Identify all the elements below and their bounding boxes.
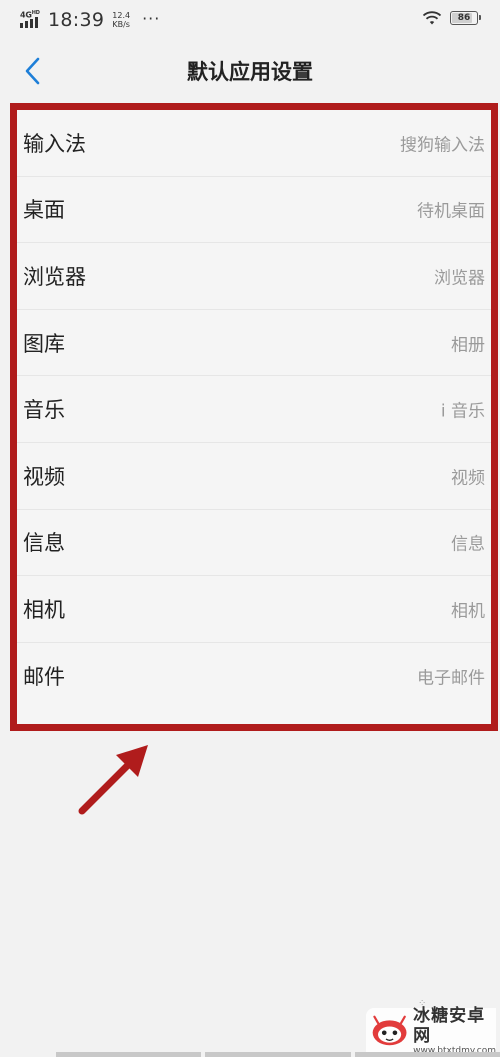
wifi-icon xyxy=(422,11,442,25)
signal-icon: 4GHD xyxy=(20,10,42,30)
list-item[interactable]: 信息 信息 xyxy=(17,510,491,577)
watermark-logo-icon xyxy=(372,1015,407,1046)
list-item[interactable]: 输入法 搜狗输入法 xyxy=(17,110,491,177)
list-item[interactable]: 浏览器 浏览器 xyxy=(17,243,491,310)
list-item-value: 电子邮件 xyxy=(417,668,485,689)
network-speed-unit: KB/s xyxy=(112,20,130,29)
bottom-strip xyxy=(56,1052,500,1057)
list-item-value: 相机 xyxy=(451,601,485,622)
list-item[interactable]: 图库 相册 xyxy=(17,310,491,377)
battery-icon: 86 xyxy=(450,11,481,25)
list-item[interactable]: 视频 视频 xyxy=(17,443,491,510)
list-item-value: 搜狗输入法 xyxy=(400,135,485,156)
highlight-box: 输入法 搜狗输入法桌面 待机桌面浏览器 浏览器图库 相册音乐 i 音乐视频 视频信息 信息相机… xyxy=(10,103,498,731)
list-item-label: 相机 xyxy=(23,597,65,622)
watermark-name: 冰糖安卓网 xyxy=(413,1005,486,1046)
list-item[interactable]: 邮件 电子邮件 xyxy=(17,643,491,710)
list-item[interactable]: 桌面 待机桌面 xyxy=(17,177,491,244)
default-apps-list: 输入法 搜狗输入法桌面 待机桌面浏览器 浏览器图库 相册音乐 i 音乐视频 视频信息 信息相机… xyxy=(17,110,491,709)
list-item[interactable]: 相机 相机 xyxy=(17,576,491,643)
list-item-value: 待机桌面 xyxy=(417,201,485,222)
list-item-label: 输入法 xyxy=(23,131,86,156)
more-notifications-icon: ··· xyxy=(142,8,161,28)
list-item-value: 视频 xyxy=(451,468,485,489)
list-item-value: i 音乐 xyxy=(440,401,485,422)
list-item-label: 音乐 xyxy=(23,398,65,423)
list-item[interactable]: 音乐 i 音乐 xyxy=(17,376,491,443)
list-item-value: 浏览器 xyxy=(434,268,485,289)
network-speed: 12.4 KB/s xyxy=(112,11,130,29)
page-title: 默认应用设置 xyxy=(187,60,313,84)
clock-time: 18:39 xyxy=(48,9,105,31)
nav-bar: 默认应用设置 xyxy=(0,40,500,102)
list-item-value: 相册 xyxy=(451,335,485,356)
watermark-text: 冰糖安卓网 www.btxtdmy.com xyxy=(413,1006,496,1057)
battery-level: 86 xyxy=(457,13,471,23)
list-item-label: 视频 xyxy=(23,464,65,489)
status-left: 4GHD 18:39 12.4 KB/s ··· xyxy=(20,9,160,31)
list-item-value: 信息 xyxy=(451,534,485,555)
status-bar: 4GHD 18:39 12.4 KB/s ··· 86 xyxy=(0,0,500,40)
list-item-label: 图库 xyxy=(23,331,65,356)
watermark: 冰糖安卓网 www.btxtdmy.com xyxy=(366,1006,496,1057)
list-item-label: 桌面 xyxy=(23,198,65,223)
list-item-label: 信息 xyxy=(23,531,65,556)
list-item-label: 邮件 xyxy=(23,665,65,690)
list-item-label: 浏览器 xyxy=(23,264,86,289)
network-speed-value: 12.4 xyxy=(112,11,131,20)
arrow-up-right-icon xyxy=(78,745,148,815)
status-right: 86 xyxy=(422,10,481,26)
